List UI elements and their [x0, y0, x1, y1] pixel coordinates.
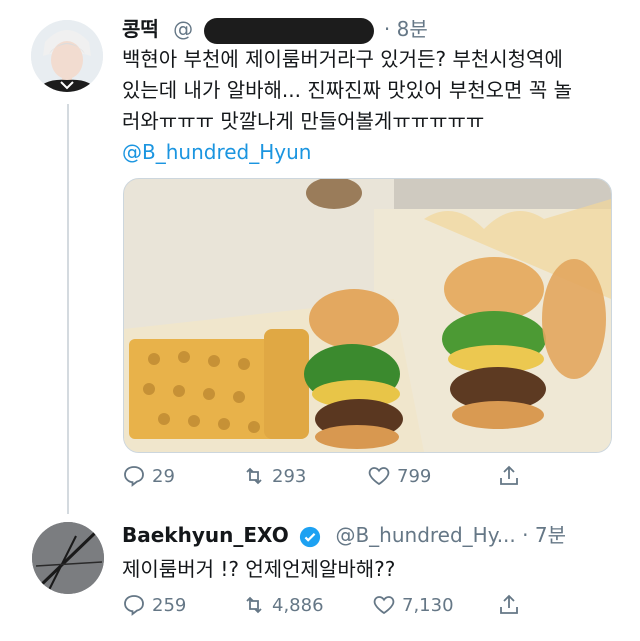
tweet-text: 제이룸버거 !? 언제언제알바해?? — [122, 557, 396, 581]
avatar[interactable] — [31, 20, 103, 92]
tweet-1[interactable]: 콩떡 @ · 8분 백현아 부천에 제이룸버거라구 있거든? 부천시청역에 있는… — [0, 0, 640, 510]
like-button[interactable]: 799 — [367, 464, 497, 488]
heart-icon — [368, 467, 390, 486]
tweet-actions: 29 293 799 — [122, 461, 602, 491]
redacted-handle — [203, 17, 374, 44]
heart-icon — [373, 596, 395, 615]
retweet-count: 293 — [272, 465, 307, 487]
share-button[interactable] — [497, 464, 521, 488]
share-icon — [500, 594, 518, 614]
retweet-icon — [246, 596, 262, 614]
reply-icon — [124, 595, 144, 616]
author-handle[interactable]: @B_hundred_Hy... — [335, 523, 515, 547]
avatar[interactable] — [32, 522, 104, 594]
mention-link[interactable]: @B_hundred_Hyun — [122, 137, 620, 167]
tweet-text-line: 러와ㅠㅠㅠ 맛깔나게 만들어볼게ㅠㅠㅠㅠㅠ — [122, 109, 485, 133]
tweet-photo-burgers[interactable] — [123, 178, 612, 453]
tweet-text: 백현아 부천에 제이룸버거라구 있거든? 부천시청역에 있는데 내가 알바해..… — [122, 44, 620, 137]
author-handle[interactable]: @ — [173, 17, 193, 41]
tweet-2[interactable]: Baekhyun_EXO @B_hundred_Hy... · 7분 제이룸버거… — [0, 510, 640, 641]
tweet-text-line: 있는데 내가 알바해... 진짜진짜 맛있어 부천오면 꼭 놀 — [122, 78, 572, 102]
retweet-icon — [246, 467, 262, 485]
retweet-count: 4,886 — [272, 594, 324, 616]
author-name[interactable]: 콩떡 — [122, 17, 159, 41]
reply-button[interactable]: 259 — [122, 593, 242, 617]
reply-count: 259 — [152, 594, 187, 616]
tweet-header: Baekhyun_EXO @B_hundred_Hy... · 7분 — [122, 520, 620, 550]
author-name[interactable]: Baekhyun_EXO — [122, 523, 289, 547]
reply-icon — [124, 466, 144, 487]
timestamp[interactable]: 7분 — [535, 523, 566, 547]
reply-count: 29 — [152, 465, 175, 487]
tweet-text-line: 백현아 부천에 제이룸버거라구 있거든? 부천시청역에 — [122, 47, 563, 71]
separator-dot: · — [522, 523, 529, 547]
share-icon — [500, 465, 518, 485]
like-button[interactable]: 7,130 — [372, 593, 497, 617]
tweet-actions: 259 4,886 7,130 — [122, 590, 602, 620]
tweet-header: 콩떡 @ · 8분 — [122, 14, 620, 44]
separator-dot: · — [383, 17, 391, 41]
like-count: 7,130 — [402, 594, 454, 616]
retweet-button[interactable]: 4,886 — [242, 593, 372, 617]
reply-button[interactable]: 29 — [122, 464, 242, 488]
verified-badge-icon — [300, 526, 321, 547]
like-count: 799 — [397, 465, 432, 487]
timestamp[interactable]: 8분 — [397, 17, 428, 41]
retweet-button[interactable]: 293 — [242, 464, 367, 488]
share-button[interactable] — [497, 593, 521, 617]
